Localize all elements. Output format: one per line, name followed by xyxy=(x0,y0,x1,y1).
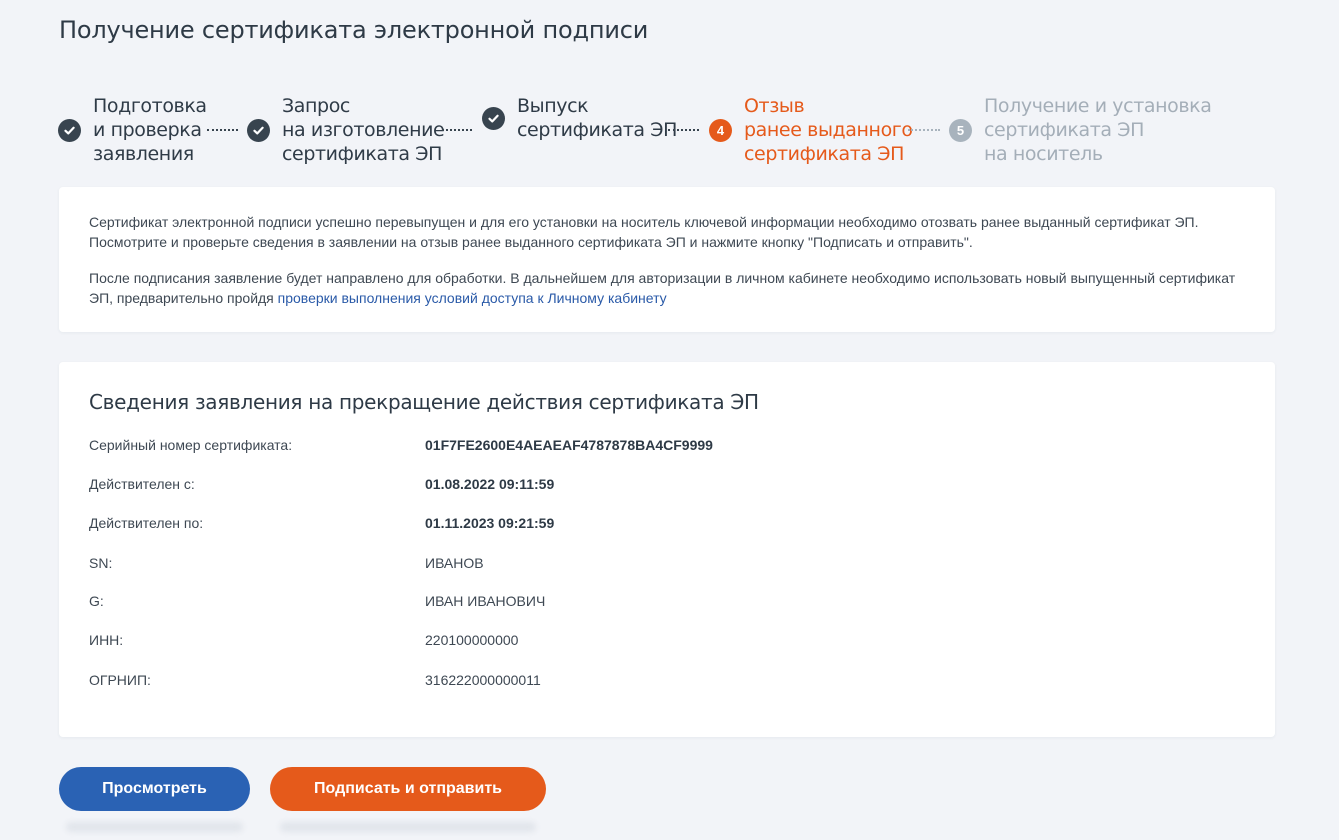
button-shadow xyxy=(66,822,243,832)
step-5-label: Получение и установка сертификата ЭП на … xyxy=(984,95,1212,165)
detail-label: Действителен с: xyxy=(89,476,195,492)
check-icon xyxy=(482,106,505,130)
check-icon xyxy=(58,118,81,142)
step-5: 5 Получение и установка сертификата ЭП н… xyxy=(949,94,1212,166)
detail-row-g: G: ИВАН ИВАНОВИЧ xyxy=(89,593,1249,613)
view-button[interactable]: Просмотреть xyxy=(59,767,250,811)
detail-row-valid-from: Действителен с: 01.08.2022 09:11:59 xyxy=(89,476,1249,496)
step-3-label: Выпуск сертификата ЭП xyxy=(517,95,678,141)
sign-and-send-button[interactable]: Подписать и отправить xyxy=(270,767,546,811)
step-1-label: Подготовка и проверка заявления xyxy=(93,95,207,165)
detail-label: Серийный номер сертификата: xyxy=(89,437,293,453)
detail-label: ИНН: xyxy=(89,632,124,648)
button-shadow xyxy=(280,822,536,832)
detail-row-sn: SN: ИВАНОВ xyxy=(89,555,1249,575)
detail-row-ogrnip: ОГРНИП: 316222000000011 xyxy=(89,672,1249,692)
step-3: Выпуск сертификата ЭП xyxy=(482,94,677,142)
detail-label: Действителен по: xyxy=(89,515,204,531)
detail-label: ОГРНИП: xyxy=(89,672,151,688)
step-1: Подготовка и проверка заявления xyxy=(58,94,207,166)
step-number-4: 4 xyxy=(709,118,732,142)
details-title: Сведения заявления на прекращение действ… xyxy=(89,390,759,414)
info-card: Сертификат электронной подписи успешно п… xyxy=(59,187,1275,332)
step-4: 4 Отзыв ранее выданного сертификата ЭП xyxy=(709,94,913,166)
step-connector xyxy=(668,129,699,131)
detail-value: 316222000000011 xyxy=(425,672,541,688)
detail-label: SN: xyxy=(89,555,113,571)
step-2: Запрос на изготовление сертификата ЭП xyxy=(247,94,445,166)
certificate-details-card: Сведения заявления на прекращение действ… xyxy=(59,362,1275,737)
step-4-label: Отзыв ранее выданного сертификата ЭП xyxy=(744,95,913,165)
detail-value: 220100000000 xyxy=(425,632,519,648)
detail-row-inn: ИНН: 220100000000 xyxy=(89,632,1249,652)
step-2-label: Запрос на изготовление сертификата ЭП xyxy=(282,95,445,165)
step-connector xyxy=(442,129,472,131)
check-icon xyxy=(247,118,270,142)
step-connector xyxy=(908,129,940,131)
detail-value: 01.08.2022 09:11:59 xyxy=(425,476,555,492)
detail-value: 01.11.2023 09:21:59 xyxy=(425,515,555,531)
access-conditions-link[interactable]: проверки выполнения условий доступа к Ли… xyxy=(278,290,667,306)
detail-row-serial: Серийный номер сертификата: 01F7FE2600E4… xyxy=(89,437,1249,457)
detail-value: ИВАНОВ xyxy=(425,555,484,571)
progress-stepper: Подготовка и проверка заявления Запрос н… xyxy=(58,94,1298,174)
page-title: Получение сертификата электронной подпис… xyxy=(59,16,649,44)
detail-label: G: xyxy=(89,593,104,609)
step-connector xyxy=(207,129,238,131)
detail-value: ИВАН ИВАНОВИЧ xyxy=(425,593,546,609)
info-paragraph-1: Сертификат электронной подписи успешно п… xyxy=(89,214,1199,250)
info-paragraph-2: После подписания заявление будет направл… xyxy=(89,268,1249,308)
detail-row-valid-to: Действителен по: 01.11.2023 09:21:59 xyxy=(89,515,1249,535)
detail-value: 01F7FE2600E4AEAEAF4787878BA4CF9999 xyxy=(425,437,713,453)
step-number-5: 5 xyxy=(949,118,972,142)
